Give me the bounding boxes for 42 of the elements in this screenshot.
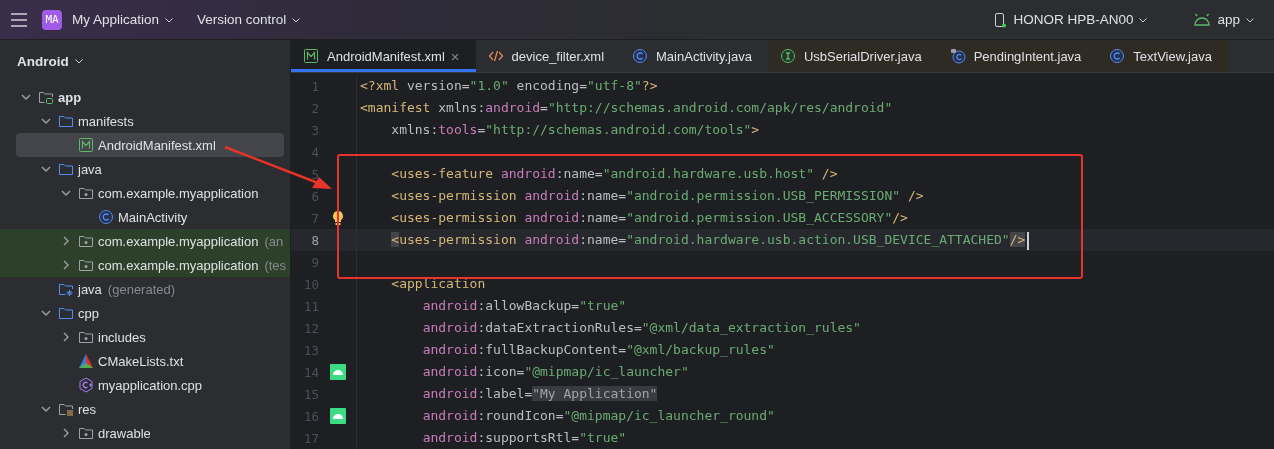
code-line: android:supportsRtl="true" <box>421 429 627 447</box>
editor-tab[interactable]: PendingIntent.java <box>937 40 1098 72</box>
tree-item[interactable]: AndroidManifest.xml <box>16 133 284 157</box>
code-line: <?xml version="1.0" encoding="utf-8"?> <box>360 77 658 95</box>
code-line: android:icon="@mipmap/ic_launcher" <box>421 363 689 381</box>
tree-item[interactable]: java (generated) <box>0 277 290 301</box>
code-line: <uses-permission android:name="android.hardware.usb.action.USB_DEVICE_ATTACHED"/> <box>360 229 1030 251</box>
close-tab-button[interactable]: × <box>450 47 460 65</box>
code-line: android:label="My Application" <box>421 385 658 403</box>
tree-item[interactable]: res <box>0 397 290 421</box>
run-configuration-selector[interactable]: app <box>1213 8 1260 31</box>
code-line: <manifest xmlns:android="http://schemas.android.com/apk/res/android" <box>360 99 893 117</box>
panel-title-dropdown[interactable]: Android <box>17 53 85 69</box>
project-menu[interactable]: My Application <box>68 8 180 31</box>
tree-item[interactable]: drawable <box>0 421 290 445</box>
code-line: android:dataExtractionRules="@xml/data_extraction_rules" <box>421 319 861 337</box>
tree-item[interactable]: includes <box>0 325 290 349</box>
code-line: xmlns:tools="http://schemas.android.com/tools"> <box>390 121 760 139</box>
code-line: <uses-feature android:name="android.hardware.usb.host" /> <box>390 165 838 183</box>
code-line: android:allowBackup="true" <box>421 297 627 315</box>
tree-item[interactable]: com.example.myapplication (an <box>0 229 290 253</box>
tree-item[interactable]: app <box>0 85 290 109</box>
tree-item[interactable]: CMakeLists.txt <box>0 349 290 373</box>
tree-item[interactable]: myapplication.cpp <box>0 373 290 397</box>
tree-item[interactable]: MainActivity <box>0 205 290 229</box>
tree-item[interactable]: manifests <box>0 109 290 133</box>
version-control-menu[interactable]: Version control <box>193 8 307 31</box>
line-number: 8 <box>310 232 319 248</box>
code-line: <application <box>390 275 486 293</box>
tree-item[interactable]: com.example.myapplication (tes <box>0 253 290 277</box>
code-line: <uses-permission android:name="android.permission.USB_PERMISSION" /> <box>390 187 924 205</box>
editor-tab[interactable]: UsbSerialDriver.java <box>767 40 938 72</box>
tree-item[interactable]: cpp <box>0 301 290 325</box>
code-line: android:fullBackupContent="@xml/backup_rules" <box>421 341 775 359</box>
editor-tab[interactable]: AndroidManifest.xml × <box>291 40 476 72</box>
project-badge: MA <box>42 9 62 30</box>
code-line: android:roundIcon="@mipmap/ic_launcher_round" <box>421 407 775 425</box>
code-line: <uses-permission android:name="android.permission.USB_ACCESSORY"/> <box>390 209 908 227</box>
tree-item[interactable]: com.example.myapplication <box>0 181 290 205</box>
editor-tab[interactable]: TextView.java <box>1097 40 1228 72</box>
device-selector[interactable]: HONOR HPB-AN00 <box>1009 8 1154 31</box>
tree-item[interactable]: java <box>0 157 290 181</box>
